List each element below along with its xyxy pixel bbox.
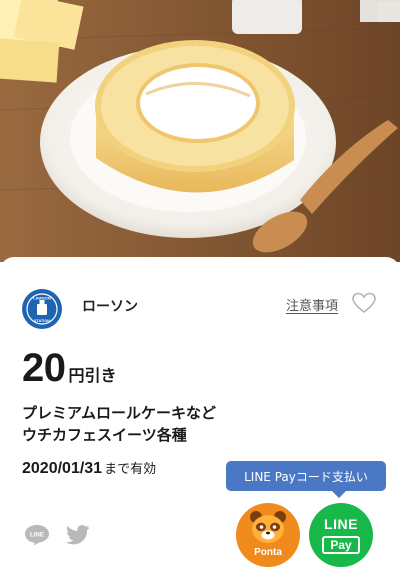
store-name: ローソン: [82, 299, 138, 315]
expiry: 2020/01/31 まで有効: [22, 458, 156, 478]
ponta-button[interactable]: Ponta: [236, 503, 300, 567]
svg-text:LAWSON: LAWSON: [33, 296, 51, 301]
ponta-label: Ponta: [254, 547, 282, 558]
svg-text:LINE: LINE: [30, 532, 44, 539]
expiry-suffix: まで有効: [104, 462, 157, 477]
line-share-icon[interactable]: LINE: [24, 524, 50, 546]
product-line-1: プレミアムロールケーキなど: [22, 404, 216, 422]
line-pay-button[interactable]: LINE Pay: [309, 503, 373, 567]
expiry-date: 2020/01/31: [22, 460, 103, 477]
roll-cake-image: [0, 0, 400, 262]
twitter-share-icon[interactable]: [66, 525, 90, 545]
product-line-2: ウチカフェスイーツ各種: [22, 426, 187, 444]
product-photo: [0, 0, 400, 262]
discount-amount: 20 円引き: [22, 346, 117, 390]
linepay-line-label: LINE: [324, 516, 358, 532]
linepay-pay-label: Pay: [322, 536, 360, 554]
heart-outline-icon[interactable]: [352, 291, 376, 315]
payment-tooltip: LINE Payコード支払い: [226, 461, 386, 498]
discount-value: 20: [22, 346, 66, 390]
notes-link[interactable]: 注意事項: [286, 295, 338, 314]
svg-text:STATION: STATION: [34, 319, 50, 323]
discount-unit: 円引き: [68, 366, 117, 385]
product-title: プレミアムロールケーキなど ウチカフェスイーツ各種: [22, 402, 216, 446]
lawson-logo: LAWSON STATION: [22, 289, 62, 329]
